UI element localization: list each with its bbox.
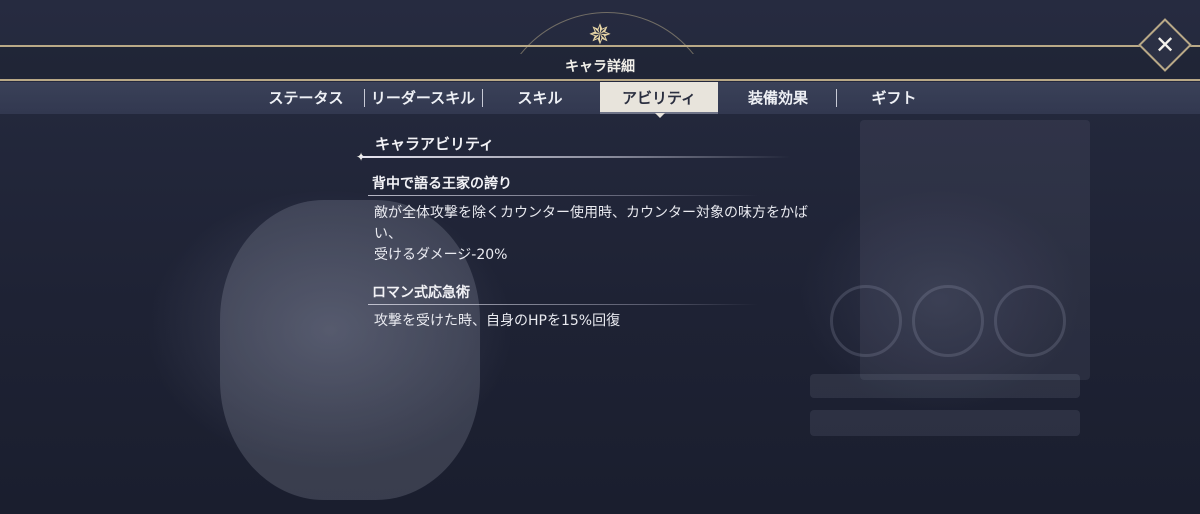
ability-description-line: 敵が全体攻撃を除くカウンター使用時、カウンター対象の味方をかば xyxy=(374,205,808,221)
tab-ability[interactable]: アビリティ xyxy=(600,82,718,114)
tab-gift[interactable]: ギフト xyxy=(856,82,932,114)
ability-name: 背中で語る王家の誇り xyxy=(372,176,512,192)
tab-divider xyxy=(364,89,365,107)
active-tab-pointer xyxy=(655,113,665,118)
background-skill-icon xyxy=(994,285,1066,357)
header-bottom-line xyxy=(0,79,1200,81)
background-button xyxy=(810,374,1080,398)
tab-divider xyxy=(836,89,837,107)
close-x-icon[interactable]: ✕ xyxy=(1146,26,1184,64)
tab-status[interactable]: ステータス xyxy=(258,82,354,114)
section-divider xyxy=(360,156,790,158)
ability-description-line: 攻撃を受けた時、自身のHPを15%回復 xyxy=(374,313,621,329)
tab-skill[interactable]: スキル xyxy=(500,82,580,114)
background-button xyxy=(810,410,1080,436)
compass-star-icon: ✵ xyxy=(588,18,612,51)
tab-leader-skill[interactable]: リーダースキル xyxy=(366,82,480,114)
ability-name: ロマン式応急術 xyxy=(372,285,470,301)
background-skill-icon xyxy=(912,285,984,357)
tab-equipment-effect[interactable]: 装備効果 xyxy=(736,82,820,114)
ability-description: 攻撃を受けた時、自身のHPを15%回復 xyxy=(374,311,844,332)
page-title: キャラ詳細 xyxy=(565,59,635,75)
ability-divider xyxy=(368,195,758,196)
ability-description: 敵が全体攻撃を除くカウンター使用時、カウンター対象の味方をかば い、 受けるダメ… xyxy=(374,203,844,266)
tab-divider xyxy=(482,89,483,107)
section-title: キャラアビリティ xyxy=(375,135,495,153)
ability-description-line: い、 xyxy=(374,226,402,242)
ability-description-line: 受けるダメージ-20% xyxy=(374,247,508,263)
ability-divider xyxy=(368,304,758,305)
